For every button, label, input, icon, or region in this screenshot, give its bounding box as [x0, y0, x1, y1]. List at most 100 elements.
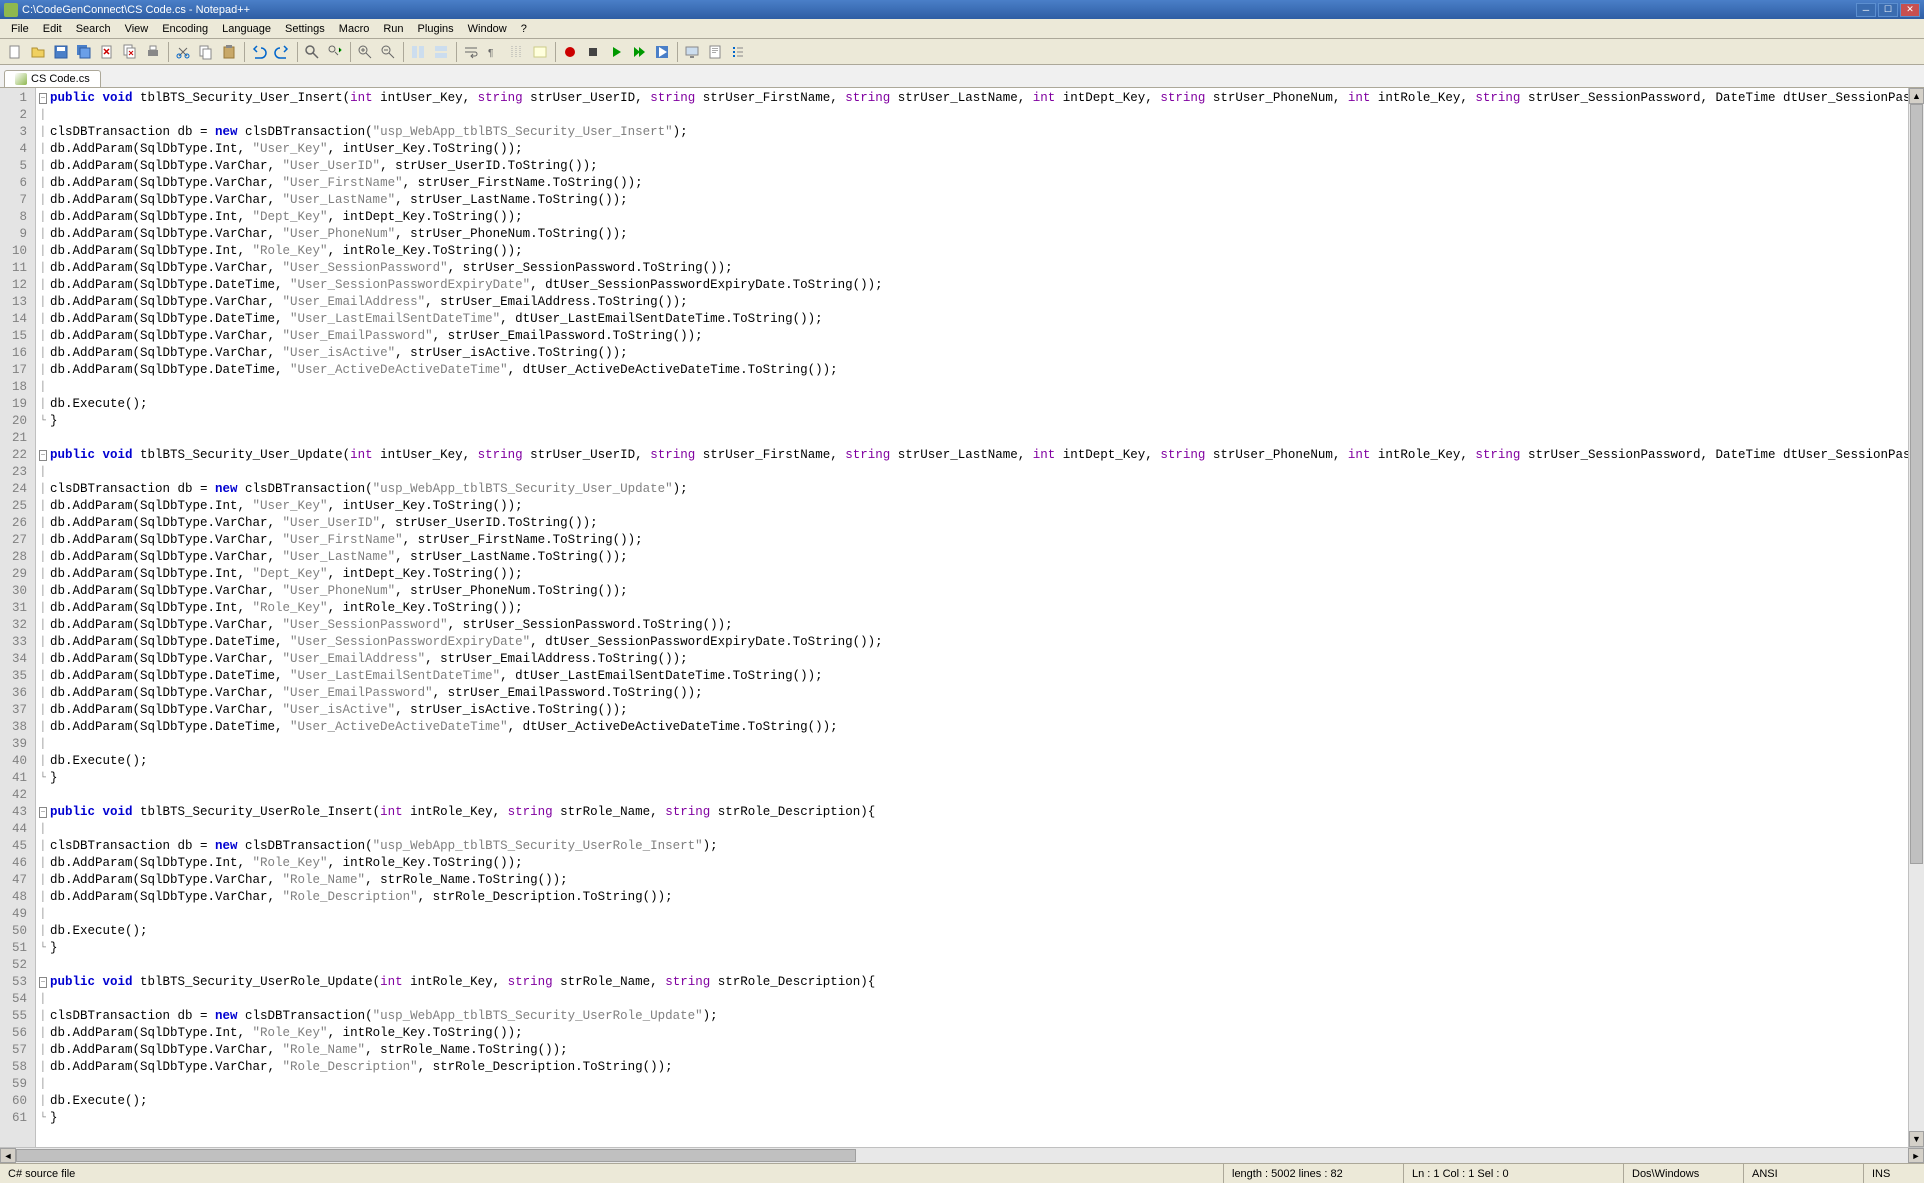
doc-map-icon[interactable] — [704, 41, 726, 63]
code-line[interactable]: db.AddParam(SqlDbType.VarChar, "Role_Des… — [50, 1059, 1908, 1076]
func-list-icon[interactable] — [727, 41, 749, 63]
close-all-icon[interactable] — [119, 41, 141, 63]
code-line[interactable]: db.AddParam(SqlDbType.DateTime, "User_Ac… — [50, 719, 1908, 736]
minimize-button[interactable]: ─ — [1856, 3, 1876, 17]
code-line[interactable]: clsDBTransaction db = new clsDBTransacti… — [50, 481, 1908, 498]
scroll-thumb-h[interactable] — [16, 1149, 856, 1162]
cut-icon[interactable] — [172, 41, 194, 63]
code-line[interactable]: db.AddParam(SqlDbType.VarChar, "Role_Des… — [50, 889, 1908, 906]
show-all-icon[interactable]: ¶ — [483, 41, 505, 63]
stop-icon[interactable] — [582, 41, 604, 63]
code-line[interactable] — [50, 430, 1908, 447]
sync-h-icon[interactable] — [430, 41, 452, 63]
code-line[interactable]: db.AddParam(SqlDbType.Int, "Role_Key", i… — [50, 600, 1908, 617]
zoom-in-icon[interactable] — [354, 41, 376, 63]
code-line[interactable]: public void tblBTS_Security_User_Insert(… — [50, 90, 1908, 107]
menu-[interactable]: ? — [514, 21, 534, 37]
code-line[interactable] — [50, 1076, 1908, 1093]
code-line[interactable]: db.AddParam(SqlDbType.DateTime, "User_Se… — [50, 277, 1908, 294]
fold-column[interactable]: −││││││││││││││││││└−││││││││││││││││││└… — [36, 88, 50, 1147]
scroll-down-arrow[interactable]: ▼ — [1909, 1131, 1924, 1147]
code-line[interactable]: db.AddParam(SqlDbType.DateTime, "User_La… — [50, 311, 1908, 328]
horizontal-scrollbar[interactable]: ◄ ► — [0, 1147, 1924, 1163]
scroll-thumb-v[interactable] — [1910, 104, 1923, 864]
lang-icon[interactable] — [529, 41, 551, 63]
new-icon[interactable] — [4, 41, 26, 63]
code-line[interactable]: db.AddParam(SqlDbType.Int, "Role_Key", i… — [50, 1025, 1908, 1042]
code-line[interactable]: db.AddParam(SqlDbType.DateTime, "User_Se… — [50, 634, 1908, 651]
menu-macro[interactable]: Macro — [332, 21, 377, 37]
code-line[interactable]: db.AddParam(SqlDbType.Int, "User_Key", i… — [50, 141, 1908, 158]
menu-edit[interactable]: Edit — [36, 21, 69, 37]
menu-file[interactable]: File — [4, 21, 36, 37]
record-icon[interactable] — [559, 41, 581, 63]
code-line[interactable]: db.AddParam(SqlDbType.VarChar, "User_Pho… — [50, 583, 1908, 600]
code-line[interactable]: db.AddParam(SqlDbType.Int, "User_Key", i… — [50, 498, 1908, 515]
menu-encoding[interactable]: Encoding — [155, 21, 215, 37]
menu-settings[interactable]: Settings — [278, 21, 332, 37]
code-area[interactable]: public void tblBTS_Security_User_Insert(… — [50, 88, 1908, 1147]
code-line[interactable] — [50, 821, 1908, 838]
code-line[interactable] — [50, 736, 1908, 753]
code-line[interactable]: clsDBTransaction db = new clsDBTransacti… — [50, 838, 1908, 855]
play-icon[interactable] — [605, 41, 627, 63]
code-line[interactable] — [50, 906, 1908, 923]
open-icon[interactable] — [27, 41, 49, 63]
code-line[interactable]: } — [50, 770, 1908, 787]
menu-window[interactable]: Window — [461, 21, 514, 37]
code-line[interactable]: db.Execute(); — [50, 1093, 1908, 1110]
play-multi-icon[interactable] — [628, 41, 650, 63]
sync-v-icon[interactable] — [407, 41, 429, 63]
monitor-icon[interactable] — [681, 41, 703, 63]
save-icon[interactable] — [50, 41, 72, 63]
print-icon[interactable] — [142, 41, 164, 63]
paste-icon[interactable] — [218, 41, 240, 63]
indent-guide-icon[interactable] — [506, 41, 528, 63]
code-line[interactable]: } — [50, 940, 1908, 957]
code-line[interactable] — [50, 464, 1908, 481]
code-line[interactable]: db.AddParam(SqlDbType.VarChar, "User_Ema… — [50, 294, 1908, 311]
code-line[interactable]: db.AddParam(SqlDbType.VarChar, "User_Ema… — [50, 651, 1908, 668]
code-line[interactable]: db.AddParam(SqlDbType.VarChar, "User_Ema… — [50, 328, 1908, 345]
code-line[interactable]: db.AddParam(SqlDbType.Int, "Role_Key", i… — [50, 855, 1908, 872]
code-line[interactable]: clsDBTransaction db = new clsDBTransacti… — [50, 124, 1908, 141]
code-line[interactable]: db.Execute(); — [50, 753, 1908, 770]
redo-icon[interactable] — [271, 41, 293, 63]
code-line[interactable]: clsDBTransaction db = new clsDBTransacti… — [50, 1008, 1908, 1025]
code-line[interactable]: db.AddParam(SqlDbType.DateTime, "User_Ac… — [50, 362, 1908, 379]
code-line[interactable]: db.AddParam(SqlDbType.VarChar, "User_Las… — [50, 549, 1908, 566]
menu-plugins[interactable]: Plugins — [411, 21, 461, 37]
code-line[interactable]: } — [50, 1110, 1908, 1127]
copy-icon[interactable] — [195, 41, 217, 63]
vertical-scrollbar[interactable]: ▲ ▼ — [1908, 88, 1924, 1147]
code-line[interactable] — [50, 107, 1908, 124]
code-line[interactable]: db.Execute(); — [50, 396, 1908, 413]
code-line[interactable]: db.AddParam(SqlDbType.VarChar, "User_Ses… — [50, 260, 1908, 277]
code-line[interactable] — [50, 957, 1908, 974]
code-line[interactable]: public void tblBTS_Security_UserRole_Upd… — [50, 974, 1908, 991]
code-line[interactable]: db.AddParam(SqlDbType.Int, "Dept_Key", i… — [50, 209, 1908, 226]
menu-language[interactable]: Language — [215, 21, 278, 37]
code-line[interactable]: db.AddParam(SqlDbType.VarChar, "User_Ses… — [50, 617, 1908, 634]
code-line[interactable]: public void tblBTS_Security_User_Update(… — [50, 447, 1908, 464]
zoom-out-icon[interactable] — [377, 41, 399, 63]
find-icon[interactable] — [301, 41, 323, 63]
menu-search[interactable]: Search — [69, 21, 118, 37]
code-line[interactable]: } — [50, 413, 1908, 430]
code-line[interactable]: db.AddParam(SqlDbType.VarChar, "User_Use… — [50, 515, 1908, 532]
code-line[interactable]: db.AddParam(SqlDbType.Int, "Role_Key", i… — [50, 243, 1908, 260]
menu-run[interactable]: Run — [376, 21, 410, 37]
save-all-icon[interactable] — [73, 41, 95, 63]
code-line[interactable]: db.AddParam(SqlDbType.VarChar, "User_Las… — [50, 192, 1908, 209]
code-line[interactable]: db.AddParam(SqlDbType.VarChar, "Role_Nam… — [50, 872, 1908, 889]
replace-icon[interactable] — [324, 41, 346, 63]
maximize-button[interactable]: ☐ — [1878, 3, 1898, 17]
save-macro-icon[interactable] — [651, 41, 673, 63]
scroll-right-arrow[interactable]: ► — [1908, 1148, 1924, 1163]
undo-icon[interactable] — [248, 41, 270, 63]
code-line[interactable]: db.Execute(); — [50, 923, 1908, 940]
code-line[interactable]: db.AddParam(SqlDbType.VarChar, "User_Use… — [50, 158, 1908, 175]
tab-cs-code[interactable]: CS Code.cs — [4, 70, 101, 87]
close-icon[interactable] — [96, 41, 118, 63]
code-line[interactable] — [50, 379, 1908, 396]
